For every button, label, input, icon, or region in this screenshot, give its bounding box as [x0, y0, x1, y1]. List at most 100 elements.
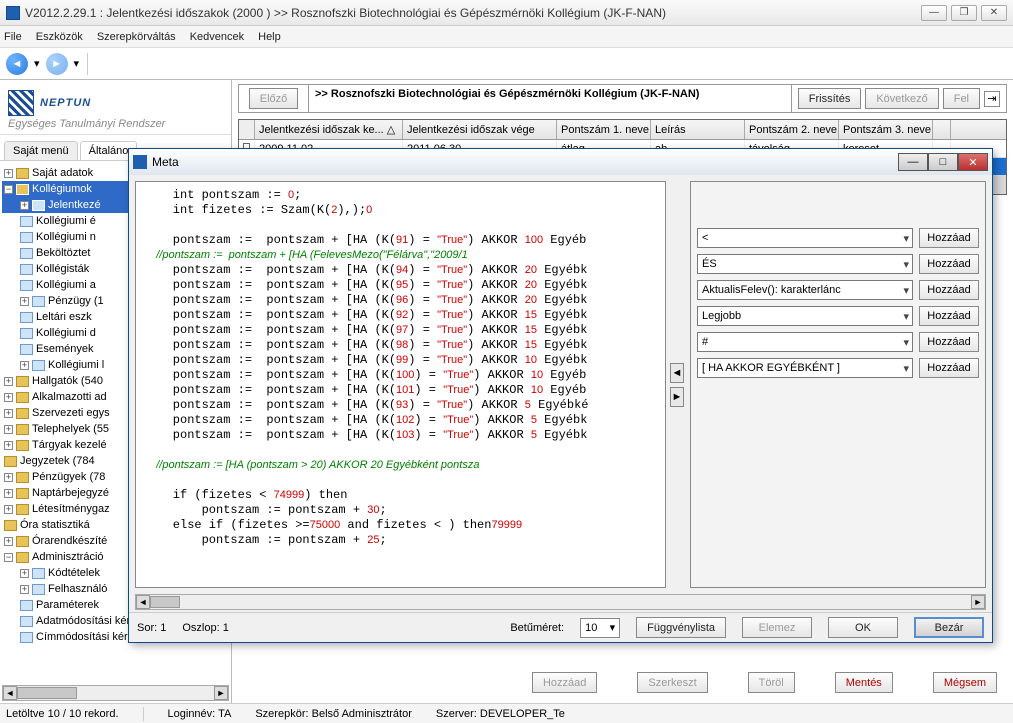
- nav-back-button[interactable]: ◄: [6, 53, 28, 75]
- col-header[interactable]: Pontszám 3. neve: [839, 120, 933, 139]
- builder-panel: < Hozzáad ÉS Hozzáad AktualisFelev(): kara…: [690, 181, 986, 588]
- combo-operator[interactable]: <: [697, 228, 913, 248]
- col-header[interactable]: Leírás: [651, 120, 745, 139]
- meta-dialog: Meta — □ ✕ int pontszam := 0; int fizete…: [128, 148, 993, 643]
- add-btn-0[interactable]: Hozzáad: [919, 228, 979, 248]
- window-title: V2012.2.29.1 : Jelentkezési időszakok (2…: [25, 6, 921, 20]
- pin-icon[interactable]: ⇥: [984, 91, 1000, 107]
- tree-item[interactable]: Kollégiumi l: [48, 359, 104, 371]
- tree-item[interactable]: Naptárbejegyzé: [32, 487, 109, 499]
- minimize-button[interactable]: —: [921, 5, 947, 21]
- analyze-button[interactable]: Elemez: [742, 617, 812, 638]
- tree-item[interactable]: Felhasználó: [48, 583, 107, 595]
- tree-item[interactable]: Pénzügy (1: [48, 295, 104, 307]
- tree-item[interactable]: Saját adatok: [32, 167, 93, 179]
- combo-template[interactable]: [ HA AKKOR EGYÉBKÉNT ]: [697, 358, 913, 378]
- up-button[interactable]: Fel: [943, 88, 980, 109]
- code-hscroll[interactable]: ◄►: [135, 594, 986, 610]
- delete-button[interactable]: Töröl: [748, 672, 795, 693]
- dialog-maximize[interactable]: □: [928, 153, 958, 171]
- tree-item[interactable]: Jegyzetek (784: [20, 455, 95, 467]
- add-btn-5[interactable]: Hozzáad: [919, 358, 979, 378]
- add-btn-2[interactable]: Hozzáad: [919, 280, 979, 300]
- ok-button[interactable]: OK: [828, 617, 898, 638]
- menu-help[interactable]: Help: [258, 31, 281, 43]
- move-right-icon[interactable]: ►: [670, 387, 684, 407]
- next-button[interactable]: Következő: [865, 88, 938, 109]
- tree-item[interactable]: Szervezeti egys: [32, 407, 110, 419]
- close-dialog-button[interactable]: Bezár: [914, 617, 984, 638]
- combo-logic[interactable]: ÉS: [697, 254, 913, 274]
- tree-item[interactable]: Tárgyak kezelé: [32, 439, 107, 451]
- dialog-title: Meta: [152, 155, 898, 169]
- move-left-icon[interactable]: ◄: [670, 363, 684, 383]
- fontsize-spinner[interactable]: 10▾: [580, 618, 620, 638]
- tree-item-jelentkeze[interactable]: Jelentkezé: [48, 199, 101, 211]
- close-button[interactable]: ✕: [981, 5, 1007, 21]
- nav-fwd-dd[interactable]: ▾: [74, 57, 80, 70]
- save-button[interactable]: Mentés: [835, 672, 893, 693]
- tree-item[interactable]: Kollégisták: [36, 263, 89, 275]
- edit-button[interactable]: Szerkeszt: [637, 672, 707, 693]
- tree-hscroll[interactable]: ◄►: [2, 685, 229, 701]
- app-icon: [6, 6, 20, 20]
- tree-item[interactable]: Leltári eszk: [36, 311, 92, 323]
- add-btn-4[interactable]: Hozzáad: [919, 332, 979, 352]
- status-records: Letöltve 10 / 10 rekord.: [6, 708, 119, 720]
- tree-item[interactable]: Beköltöztet: [36, 247, 90, 259]
- combo-agg[interactable]: Legjobb: [697, 306, 913, 326]
- logo-sub: Egységes Tanulmányi Rendszer: [8, 118, 223, 130]
- col-header[interactable]: Jelentkezési időszak ke... △: [255, 120, 403, 139]
- nav-forward-button[interactable]: ►: [46, 53, 68, 75]
- restore-button[interactable]: ❐: [951, 5, 977, 21]
- nav-back-dd[interactable]: ▾: [34, 57, 40, 70]
- fnlist-button[interactable]: Függvénylista: [636, 617, 726, 638]
- tree-item[interactable]: Kollégiumi d: [36, 327, 96, 339]
- prev-button[interactable]: Előző: [249, 88, 299, 109]
- menu-role[interactable]: Szerepkörváltás: [97, 31, 176, 43]
- code-editor[interactable]: int pontszam := 0; int fizetes := Szam(K…: [135, 181, 666, 588]
- add-button[interactable]: Hozzáad: [532, 672, 597, 693]
- tree-item[interactable]: Létesítménygaz: [32, 503, 110, 515]
- tab-sajat-menu[interactable]: Saját menü: [4, 141, 78, 160]
- col-header[interactable]: Pontszám 1. neve: [557, 120, 651, 139]
- refresh-button[interactable]: Frissítés: [798, 88, 862, 109]
- window-titlebar: V2012.2.29.1 : Jelentkezési időszakok (2…: [0, 0, 1013, 26]
- tree-item[interactable]: Telephelyek (55: [32, 423, 109, 435]
- tree-item[interactable]: Adminisztráció: [32, 551, 104, 563]
- tree-item[interactable]: Pénzügyek (78: [32, 471, 105, 483]
- tree-item[interactable]: Óra statisztiká: [20, 519, 90, 531]
- tree-item[interactable]: Kollégiumi é: [36, 215, 96, 227]
- menu-bar: File Eszközök Szerepkörváltás Kedvencek …: [0, 26, 1013, 48]
- nav-toolbar: ◄ ▾ ► ▾: [0, 48, 1013, 80]
- menu-fav[interactable]: Kedvencek: [190, 31, 244, 43]
- content-title: >> Rosznofszki Biotechnológiai és Gépész…: [309, 85, 791, 112]
- cancel-button[interactable]: Mégsem: [933, 672, 997, 693]
- add-btn-3[interactable]: Hozzáad: [919, 306, 979, 326]
- action-bar: Hozzáad Szerkeszt Töröl Mentés Mégsem: [238, 666, 1007, 699]
- tree-item-kollegiumok[interactable]: Kollégiumok: [32, 183, 92, 195]
- combo-field[interactable]: AktualisFelev(): karakterlánc: [697, 280, 913, 300]
- tree-item[interactable]: Kollégiumi n: [36, 231, 96, 243]
- add-btn-1[interactable]: Hozzáad: [919, 254, 979, 274]
- tree-item[interactable]: Kódtételek: [48, 567, 100, 579]
- tree-item[interactable]: Alkalmazotti ad: [32, 391, 107, 403]
- content-header: Előző >> Rosznofszki Biotechnológiai és …: [238, 84, 1007, 113]
- tree-item[interactable]: Hallgatók (540: [32, 375, 103, 387]
- col-header[interactable]: Jelentkezési időszak vége: [403, 120, 557, 139]
- menu-file[interactable]: File: [4, 31, 22, 43]
- status-bar: Letöltve 10 / 10 rekord. Loginnév: TA Sz…: [0, 703, 1013, 723]
- dialog-minimize[interactable]: —: [898, 153, 928, 171]
- dialog-close[interactable]: ✕: [958, 153, 988, 171]
- menu-tools[interactable]: Eszközök: [36, 31, 83, 43]
- tree-item[interactable]: Események: [36, 343, 93, 355]
- combo-special[interactable]: #: [697, 332, 913, 352]
- tree-item[interactable]: Kollégiumi a: [36, 279, 96, 291]
- logo-block: NEPTUN Egységes Tanulmányi Rendszer: [0, 80, 231, 135]
- dialog-footer: Sor: 1 Oszlop: 1 Betűméret: 10▾ Függvény…: [129, 612, 992, 642]
- tree-item[interactable]: Paraméterek: [36, 599, 99, 611]
- logo-text: NEPTUN: [40, 97, 91, 109]
- tree-item[interactable]: Órarendkészíté: [32, 535, 107, 547]
- col-header[interactable]: Pontszám 2. neve: [745, 120, 839, 139]
- dialog-icon: [133, 155, 147, 169]
